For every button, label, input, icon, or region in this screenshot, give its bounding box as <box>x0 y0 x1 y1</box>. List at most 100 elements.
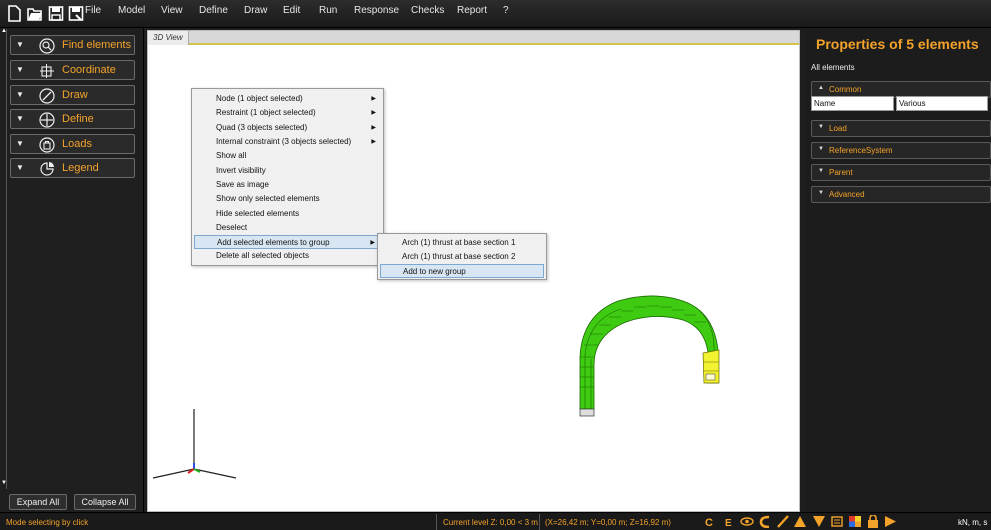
property-name-value[interactable]: Various <box>896 96 988 111</box>
menu-help[interactable]: ? <box>503 5 509 16</box>
ctx-add-to-group-label: Add selected elements to group <box>217 238 330 247</box>
menu-define[interactable]: Define <box>199 5 228 16</box>
save-icon[interactable] <box>48 5 64 22</box>
ctx-quad-label: Quad (3 objects selected) <box>216 123 308 132</box>
menu-model[interactable]: Model <box>118 5 145 16</box>
section-advanced-label: Advanced <box>829 190 865 199</box>
ctx-internal-constraint-label: Internal constraint (3 objects selected) <box>216 137 352 146</box>
property-name-label: Name <box>811 96 894 111</box>
submenu-arrow-icon: ▶ <box>371 125 376 131</box>
menu-file[interactable]: File <box>85 5 101 16</box>
ctx-node-label: Node (1 object selected) <box>216 94 303 103</box>
chevron-down-icon: ▼ <box>16 163 24 172</box>
submenu-arch-section-2[interactable]: Arch (1) thrust at base section 2 <box>380 250 544 264</box>
scroll-down-icon[interactable]: ▼ <box>1 480 7 486</box>
status-coords: (X=26,42 m; Y=0,00 m; Z=16,92 m) <box>545 518 671 527</box>
section-parent-label: Parent <box>829 168 853 177</box>
status-bar: Mode selecting by click Current level Z:… <box>0 512 991 530</box>
section-reference-system-label: ReferenceSystem <box>829 146 893 155</box>
status-level: Current level Z: 0,00 < 3 m <box>443 518 538 527</box>
menu-view[interactable]: View <box>161 5 183 16</box>
section-reference-system[interactable]: ▼ ReferenceSystem <box>811 142 991 159</box>
expand-triangle-icon: ▼ <box>818 146 824 152</box>
ctx-delete-selected[interactable]: Delete all selected objects <box>194 249 381 263</box>
ctx-restraint-label: Restraint (1 object selected) <box>216 108 316 117</box>
viewport-tab-bar: 3D View <box>148 31 799 45</box>
ctx-deselect[interactable]: Deselect <box>194 221 381 235</box>
section-load[interactable]: ▼ Load <box>811 120 991 137</box>
units-label[interactable]: kN, m, s <box>958 518 987 527</box>
axis-triad <box>152 409 237 479</box>
properties-subtitle: All elements <box>811 63 855 72</box>
loads-button[interactable]: ▼ Loads <box>10 134 135 154</box>
menu-response[interactable]: Response <box>354 5 399 16</box>
chevron-down-icon: ▼ <box>16 90 24 99</box>
find-elements-label: Find elements <box>62 39 132 51</box>
ctx-save-as-image[interactable]: Save as image <box>194 178 381 192</box>
ctx-invert-visibility[interactable]: Invert visibility <box>194 164 381 178</box>
menu-bar: File Model View Define Draw Edit Run Res… <box>0 0 991 28</box>
chevron-down-icon: ▼ <box>16 114 24 123</box>
legend-button[interactable]: ▼ Legend <box>10 158 135 178</box>
status-mode: Mode selecting by click <box>6 518 89 527</box>
tab-3d-view[interactable]: 3D View <box>148 31 189 45</box>
scroll-up-icon[interactable]: ▲ <box>1 28 7 34</box>
show-e-icon[interactable]: E <box>722 515 736 528</box>
search-icon <box>39 38 55 54</box>
show-c-icon[interactable]: C <box>703 515 717 528</box>
menu-edit[interactable]: Edit <box>283 5 300 16</box>
legend-icon <box>40 162 54 176</box>
ctx-add-to-group[interactable]: Add selected elements to group ▶ <box>194 235 381 249</box>
loads-icon <box>39 137 55 153</box>
eye-icon[interactable] <box>740 515 754 528</box>
section-load-label: Load <box>829 124 847 133</box>
open-folder-icon[interactable] <box>27 5 43 22</box>
draw-icon <box>39 88 55 104</box>
ctx-show-only-selected[interactable]: Show only selected elements <box>194 192 381 206</box>
save-as-icon[interactable] <box>68 5 84 22</box>
submenu-arrow-icon: ▶ <box>371 96 376 102</box>
menu-run[interactable]: Run <box>319 5 337 16</box>
arch-model[interactable] <box>579 295 720 417</box>
ctx-node[interactable]: Node (1 object selected) ▶ <box>194 92 381 106</box>
line-icon[interactable] <box>776 515 790 528</box>
menu-report[interactable]: Report <box>457 5 487 16</box>
ctx-show-all[interactable]: Show all <box>194 149 381 163</box>
left-panel-scrollbar[interactable] <box>1 29 7 489</box>
submenu-arch-section-1[interactable]: Arch (1) thrust at base section 1 <box>380 236 544 250</box>
define-label: Define <box>62 113 94 125</box>
draw-button[interactable]: ▼ Draw <box>10 85 135 105</box>
restraint-up-icon[interactable] <box>793 515 807 528</box>
new-file-icon[interactable] <box>6 5 22 22</box>
expand-all-button[interactable]: Expand All <box>9 494 67 510</box>
coordinate-button[interactable]: ▼ Coordinate <box>10 60 135 80</box>
submenu-arrow-icon: ▶ <box>371 139 376 145</box>
chevron-down-icon: ▼ <box>16 65 24 74</box>
submenu-add-to-new-group[interactable]: Add to new group <box>380 264 544 278</box>
legend-label: Legend <box>62 162 99 174</box>
play-icon[interactable] <box>883 515 897 528</box>
find-elements-button[interactable]: ▼ Find elements <box>10 35 135 55</box>
chevron-down-icon: ▼ <box>16 139 24 148</box>
svg-text:E: E <box>725 518 732 528</box>
section-advanced[interactable]: ▼ Advanced <box>811 186 991 203</box>
color-map-icon[interactable] <box>848 515 862 528</box>
restraint-down-icon[interactable] <box>812 515 826 528</box>
arc-icon[interactable] <box>758 515 772 528</box>
ctx-quad[interactable]: Quad (3 objects selected) ▶ <box>194 121 381 135</box>
layers-icon[interactable] <box>830 515 844 528</box>
collapse-all-button[interactable]: Collapse All <box>74 494 136 510</box>
ctx-internal-constraint[interactable]: Internal constraint (3 objects selected)… <box>194 135 381 149</box>
define-button[interactable]: ▼ Define <box>10 109 135 129</box>
ctx-hide-selected[interactable]: Hide selected elements <box>194 207 381 221</box>
status-divider <box>539 514 540 530</box>
lock-icon[interactable] <box>866 515 880 528</box>
coordinate-label: Coordinate <box>62 64 116 76</box>
section-parent[interactable]: ▼ Parent <box>811 164 991 181</box>
section-common-label: Common <box>829 85 862 94</box>
submenu-arrow-icon: ▶ <box>371 110 376 116</box>
ctx-restraint[interactable]: Restraint (1 object selected) ▶ <box>194 106 381 120</box>
define-icon <box>39 112 55 128</box>
menu-draw[interactable]: Draw <box>244 5 267 16</box>
menu-checks[interactable]: Checks <box>411 5 444 16</box>
